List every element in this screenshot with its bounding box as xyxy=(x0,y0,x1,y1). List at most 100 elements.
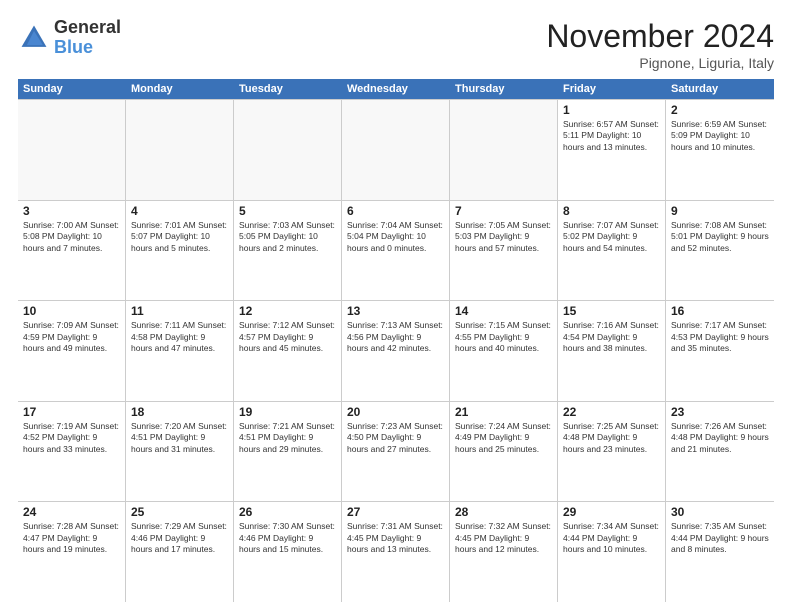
day-info-17: Sunrise: 7:19 AM Sunset: 4:52 PM Dayligh… xyxy=(23,421,120,455)
location: Pignone, Liguria, Italy xyxy=(546,55,774,71)
day-info-19: Sunrise: 7:21 AM Sunset: 4:51 PM Dayligh… xyxy=(239,421,336,455)
logo-general-text: General xyxy=(54,18,121,38)
day-number-5: 5 xyxy=(239,204,336,218)
cal-cell-1-4: 7 Sunrise: 7:05 AM Sunset: 5:03 PM Daylig… xyxy=(450,201,558,301)
day-info-2: Sunrise: 6:59 AM Sunset: 5:09 PM Dayligh… xyxy=(671,119,769,153)
day-info-12: Sunrise: 7:12 AM Sunset: 4:57 PM Dayligh… xyxy=(239,320,336,354)
day-info-29: Sunrise: 7:34 AM Sunset: 4:44 PM Dayligh… xyxy=(563,521,660,555)
day-number-22: 22 xyxy=(563,405,660,419)
day-info-13: Sunrise: 7:13 AM Sunset: 4:56 PM Dayligh… xyxy=(347,320,444,354)
day-info-8: Sunrise: 7:07 AM Sunset: 5:02 PM Dayligh… xyxy=(563,220,660,254)
day-number-21: 21 xyxy=(455,405,552,419)
day-number-20: 20 xyxy=(347,405,444,419)
day-info-21: Sunrise: 7:24 AM Sunset: 4:49 PM Dayligh… xyxy=(455,421,552,455)
cal-cell-2-4: 14Sunrise: 7:15 AM Sunset: 4:55 PM Dayli… xyxy=(450,301,558,401)
day-info-11: Sunrise: 7:11 AM Sunset: 4:58 PM Dayligh… xyxy=(131,320,228,354)
day-info-22: Sunrise: 7:25 AM Sunset: 4:48 PM Dayligh… xyxy=(563,421,660,455)
day-info-23: Sunrise: 7:26 AM Sunset: 4:48 PM Dayligh… xyxy=(671,421,769,455)
day-info-27: Sunrise: 7:31 AM Sunset: 4:45 PM Dayligh… xyxy=(347,521,444,555)
day-number-16: 16 xyxy=(671,304,769,318)
calendar-header: Sunday Monday Tuesday Wednesday Thursday… xyxy=(18,79,774,99)
calendar: Sunday Monday Tuesday Wednesday Thursday… xyxy=(18,79,774,602)
day-number-24: 24 xyxy=(23,505,120,519)
logo-icon xyxy=(18,22,50,54)
day-number-9: 9 xyxy=(671,204,769,218)
cal-cell-3-2: 19 Sunrise: 7:21 AM Sunset: 4:51 PM Dayli… xyxy=(234,402,342,502)
cal-cell-2-6: 16Sunrise: 7:17 AM Sunset: 4:53 PM Dayli… xyxy=(666,301,774,401)
week-row-4: 24 Sunrise: 7:28 AM Sunset: 4:47 PM Dayli… xyxy=(18,502,774,602)
cal-cell-0-4 xyxy=(450,100,558,200)
day-number-7: 7 xyxy=(455,204,552,218)
cal-cell-0-1 xyxy=(126,100,234,200)
cal-cell-1-6: 9 Sunrise: 7:08 AM Sunset: 5:01 PM Daylig… xyxy=(666,201,774,301)
header: General Blue November 2024 Pignone, Ligu… xyxy=(18,18,774,71)
cal-cell-0-5: 1 Sunrise: 6:57 AM Sunset: 5:11 PM Daylig… xyxy=(558,100,666,200)
cal-cell-3-3: 20 Sunrise: 7:23 AM Sunset: 4:50 PM Dayli… xyxy=(342,402,450,502)
day-info-30: Sunrise: 7:35 AM Sunset: 4:44 PM Dayligh… xyxy=(671,521,769,555)
day-info-6: Sunrise: 7:04 AM Sunset: 5:04 PM Dayligh… xyxy=(347,220,444,254)
cal-cell-1-5: 8 Sunrise: 7:07 AM Sunset: 5:02 PM Daylig… xyxy=(558,201,666,301)
cal-cell-3-5: 22 Sunrise: 7:25 AM Sunset: 4:48 PM Dayli… xyxy=(558,402,666,502)
day-info-24: Sunrise: 7:28 AM Sunset: 4:47 PM Dayligh… xyxy=(23,521,120,555)
header-tuesday: Tuesday xyxy=(234,79,342,99)
header-monday: Monday xyxy=(126,79,234,99)
cal-cell-2-5: 15 Sunrise: 7:16 AM Sunset: 4:54 PM Dayli… xyxy=(558,301,666,401)
day-info-4: Sunrise: 7:01 AM Sunset: 5:07 PM Dayligh… xyxy=(131,220,228,254)
day-info-20: Sunrise: 7:23 AM Sunset: 4:50 PM Dayligh… xyxy=(347,421,444,455)
day-info-7: Sunrise: 7:05 AM Sunset: 5:03 PM Dayligh… xyxy=(455,220,552,254)
page: General Blue November 2024 Pignone, Ligu… xyxy=(0,0,792,612)
day-number-12: 12 xyxy=(239,304,336,318)
cal-cell-1-1: 4 Sunrise: 7:01 AM Sunset: 5:07 PM Daylig… xyxy=(126,201,234,301)
day-number-8: 8 xyxy=(563,204,660,218)
day-info-10: Sunrise: 7:09 AM Sunset: 4:59 PM Dayligh… xyxy=(23,320,120,354)
day-number-29: 29 xyxy=(563,505,660,519)
day-info-15: Sunrise: 7:16 AM Sunset: 4:54 PM Dayligh… xyxy=(563,320,660,354)
day-number-23: 23 xyxy=(671,405,769,419)
cal-cell-2-3: 13 Sunrise: 7:13 AM Sunset: 4:56 PM Dayli… xyxy=(342,301,450,401)
cal-cell-4-4: 28 Sunrise: 7:32 AM Sunset: 4:45 PM Dayli… xyxy=(450,502,558,602)
cal-cell-3-6: 23 Sunrise: 7:26 AM Sunset: 4:48 PM Dayli… xyxy=(666,402,774,502)
week-row-3: 17 Sunrise: 7:19 AM Sunset: 4:52 PM Dayli… xyxy=(18,402,774,503)
cal-cell-0-2 xyxy=(234,100,342,200)
cal-cell-0-3 xyxy=(342,100,450,200)
header-wednesday: Wednesday xyxy=(342,79,450,99)
calendar-body: 1 Sunrise: 6:57 AM Sunset: 5:11 PM Daylig… xyxy=(18,99,774,602)
day-info-1: Sunrise: 6:57 AM Sunset: 5:11 PM Dayligh… xyxy=(563,119,660,153)
day-number-28: 28 xyxy=(455,505,552,519)
day-info-9: Sunrise: 7:08 AM Sunset: 5:01 PM Dayligh… xyxy=(671,220,769,254)
cal-cell-1-3: 6Sunrise: 7:04 AM Sunset: 5:04 PM Daylig… xyxy=(342,201,450,301)
cal-cell-4-6: 30 Sunrise: 7:35 AM Sunset: 4:44 PM Dayli… xyxy=(666,502,774,602)
cal-cell-4-2: 26Sunrise: 7:30 AM Sunset: 4:46 PM Dayli… xyxy=(234,502,342,602)
cal-cell-3-0: 17 Sunrise: 7:19 AM Sunset: 4:52 PM Dayli… xyxy=(18,402,126,502)
day-number-3: 3 xyxy=(23,204,120,218)
day-number-30: 30 xyxy=(671,505,769,519)
cal-cell-4-3: 27 Sunrise: 7:31 AM Sunset: 4:45 PM Dayli… xyxy=(342,502,450,602)
header-saturday: Saturday xyxy=(666,79,774,99)
week-row-0: 1 Sunrise: 6:57 AM Sunset: 5:11 PM Daylig… xyxy=(18,100,774,201)
logo: General Blue xyxy=(18,18,121,58)
cal-cell-2-1: 11 Sunrise: 7:11 AM Sunset: 4:58 PM Dayli… xyxy=(126,301,234,401)
day-info-28: Sunrise: 7:32 AM Sunset: 4:45 PM Dayligh… xyxy=(455,521,552,555)
day-number-11: 11 xyxy=(131,304,228,318)
header-thursday: Thursday xyxy=(450,79,558,99)
header-sunday: Sunday xyxy=(18,79,126,99)
cal-cell-0-6: 2 Sunrise: 6:59 AM Sunset: 5:09 PM Daylig… xyxy=(666,100,774,200)
cal-cell-3-4: 21 Sunrise: 7:24 AM Sunset: 4:49 PM Dayli… xyxy=(450,402,558,502)
day-info-25: Sunrise: 7:29 AM Sunset: 4:46 PM Dayligh… xyxy=(131,521,228,555)
week-row-2: 10 Sunrise: 7:09 AM Sunset: 4:59 PM Dayli… xyxy=(18,301,774,402)
day-number-26: 26 xyxy=(239,505,336,519)
day-number-1: 1 xyxy=(563,103,660,117)
cal-cell-3-1: 18Sunrise: 7:20 AM Sunset: 4:51 PM Dayli… xyxy=(126,402,234,502)
day-number-10: 10 xyxy=(23,304,120,318)
day-number-17: 17 xyxy=(23,405,120,419)
day-number-27: 27 xyxy=(347,505,444,519)
day-number-25: 25 xyxy=(131,505,228,519)
day-number-2: 2 xyxy=(671,103,769,117)
day-number-13: 13 xyxy=(347,304,444,318)
day-number-4: 4 xyxy=(131,204,228,218)
day-number-15: 15 xyxy=(563,304,660,318)
day-number-19: 19 xyxy=(239,405,336,419)
title-block: November 2024 Pignone, Liguria, Italy xyxy=(546,18,774,71)
week-row-1: 3Sunrise: 7:00 AM Sunset: 5:08 PM Daylig… xyxy=(18,201,774,302)
header-friday: Friday xyxy=(558,79,666,99)
